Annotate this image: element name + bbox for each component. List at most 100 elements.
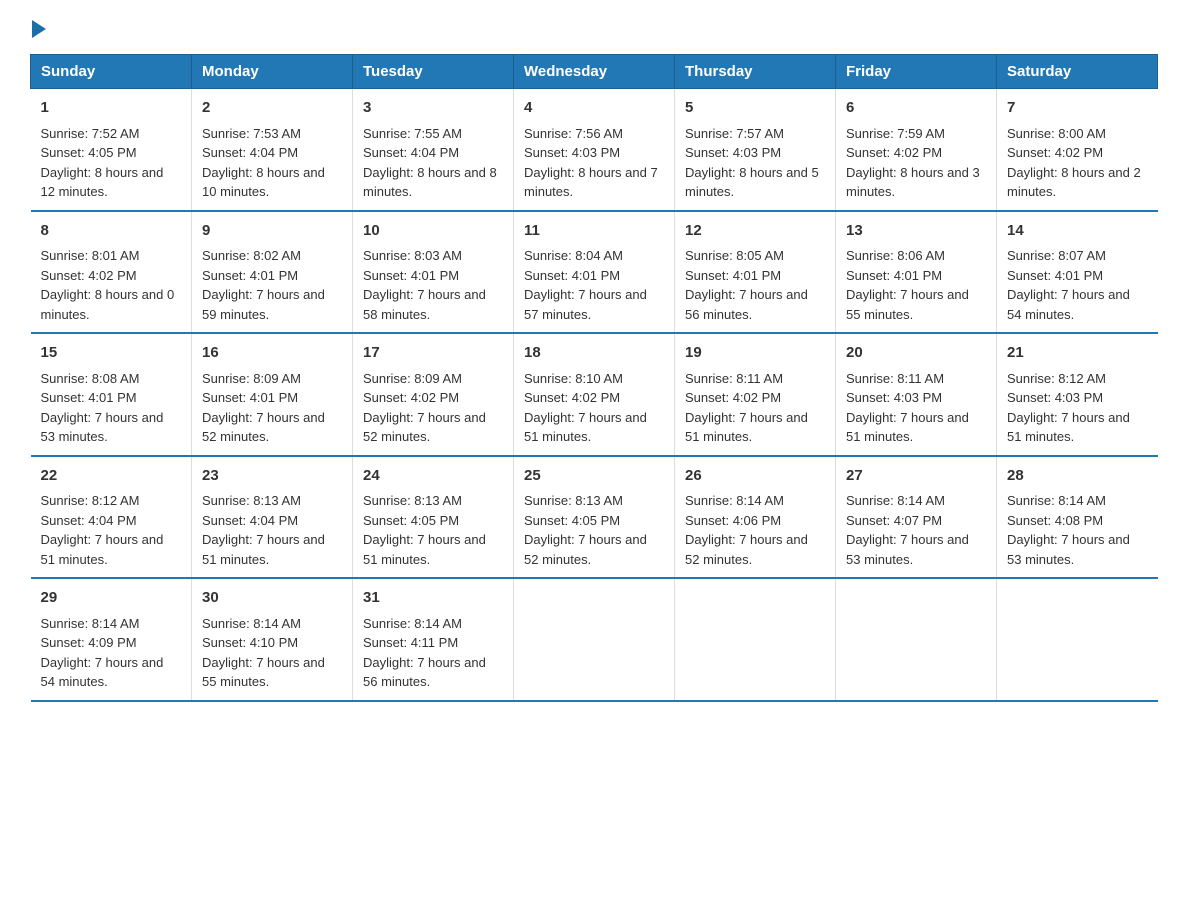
day-cell: 6 Sunrise: 7:59 AMSunset: 4:02 PMDayligh…	[836, 89, 997, 211]
header	[30, 20, 1158, 38]
week-row-5: 29 Sunrise: 8:14 AMSunset: 4:09 PMDaylig…	[31, 578, 1158, 701]
header-cell-friday: Friday	[836, 55, 997, 89]
header-cell-wednesday: Wednesday	[514, 55, 675, 89]
logo-arrow-icon	[32, 20, 46, 38]
day-info: Sunrise: 7:55 AMSunset: 4:04 PMDaylight:…	[363, 126, 497, 200]
day-cell: 24 Sunrise: 8:13 AMSunset: 4:05 PMDaylig…	[353, 456, 514, 579]
day-number: 5	[685, 97, 825, 120]
day-info: Sunrise: 8:13 AMSunset: 4:05 PMDaylight:…	[363, 493, 486, 567]
day-info: Sunrise: 8:02 AMSunset: 4:01 PMDaylight:…	[202, 248, 325, 322]
day-info: Sunrise: 8:14 AMSunset: 4:09 PMDaylight:…	[41, 616, 164, 690]
day-number: 19	[685, 342, 825, 365]
header-row: SundayMondayTuesdayWednesdayThursdayFrid…	[31, 55, 1158, 89]
day-cell: 21 Sunrise: 8:12 AMSunset: 4:03 PMDaylig…	[997, 333, 1158, 456]
day-cell: 8 Sunrise: 8:01 AMSunset: 4:02 PMDayligh…	[31, 211, 192, 334]
day-info: Sunrise: 8:08 AMSunset: 4:01 PMDaylight:…	[41, 371, 164, 445]
day-cell: 2 Sunrise: 7:53 AMSunset: 4:04 PMDayligh…	[192, 89, 353, 211]
day-number: 22	[41, 465, 182, 488]
day-cell: 4 Sunrise: 7:56 AMSunset: 4:03 PMDayligh…	[514, 89, 675, 211]
day-info: Sunrise: 7:53 AMSunset: 4:04 PMDaylight:…	[202, 126, 325, 200]
day-cell: 30 Sunrise: 8:14 AMSunset: 4:10 PMDaylig…	[192, 578, 353, 701]
day-number: 25	[524, 465, 664, 488]
week-row-4: 22 Sunrise: 8:12 AMSunset: 4:04 PMDaylig…	[31, 456, 1158, 579]
day-info: Sunrise: 7:57 AMSunset: 4:03 PMDaylight:…	[685, 126, 819, 200]
day-number: 27	[846, 465, 986, 488]
day-number: 7	[1007, 97, 1148, 120]
calendar-body: 1 Sunrise: 7:52 AMSunset: 4:05 PMDayligh…	[31, 89, 1158, 701]
day-cell: 15 Sunrise: 8:08 AMSunset: 4:01 PMDaylig…	[31, 333, 192, 456]
day-number: 31	[363, 587, 503, 610]
day-info: Sunrise: 8:14 AMSunset: 4:08 PMDaylight:…	[1007, 493, 1130, 567]
day-number: 13	[846, 220, 986, 243]
day-cell: 19 Sunrise: 8:11 AMSunset: 4:02 PMDaylig…	[675, 333, 836, 456]
day-number: 29	[41, 587, 182, 610]
header-cell-sunday: Sunday	[31, 55, 192, 89]
day-cell: 11 Sunrise: 8:04 AMSunset: 4:01 PMDaylig…	[514, 211, 675, 334]
day-number: 4	[524, 97, 664, 120]
header-cell-tuesday: Tuesday	[353, 55, 514, 89]
day-cell: 10 Sunrise: 8:03 AMSunset: 4:01 PMDaylig…	[353, 211, 514, 334]
day-info: Sunrise: 8:14 AMSunset: 4:07 PMDaylight:…	[846, 493, 969, 567]
header-cell-monday: Monday	[192, 55, 353, 89]
day-cell: 1 Sunrise: 7:52 AMSunset: 4:05 PMDayligh…	[31, 89, 192, 211]
day-cell: 20 Sunrise: 8:11 AMSunset: 4:03 PMDaylig…	[836, 333, 997, 456]
day-number: 1	[41, 97, 182, 120]
day-cell: 29 Sunrise: 8:14 AMSunset: 4:09 PMDaylig…	[31, 578, 192, 701]
day-number: 12	[685, 220, 825, 243]
day-info: Sunrise: 8:09 AMSunset: 4:01 PMDaylight:…	[202, 371, 325, 445]
day-cell: 18 Sunrise: 8:10 AMSunset: 4:02 PMDaylig…	[514, 333, 675, 456]
day-cell: 14 Sunrise: 8:07 AMSunset: 4:01 PMDaylig…	[997, 211, 1158, 334]
day-number: 11	[524, 220, 664, 243]
day-cell: 16 Sunrise: 8:09 AMSunset: 4:01 PMDaylig…	[192, 333, 353, 456]
day-info: Sunrise: 7:59 AMSunset: 4:02 PMDaylight:…	[846, 126, 980, 200]
day-cell: 28 Sunrise: 8:14 AMSunset: 4:08 PMDaylig…	[997, 456, 1158, 579]
week-row-2: 8 Sunrise: 8:01 AMSunset: 4:02 PMDayligh…	[31, 211, 1158, 334]
day-info: Sunrise: 8:04 AMSunset: 4:01 PMDaylight:…	[524, 248, 647, 322]
day-info: Sunrise: 8:01 AMSunset: 4:02 PMDaylight:…	[41, 248, 175, 322]
day-info: Sunrise: 8:14 AMSunset: 4:11 PMDaylight:…	[363, 616, 486, 690]
week-row-1: 1 Sunrise: 7:52 AMSunset: 4:05 PMDayligh…	[31, 89, 1158, 211]
day-cell: 12 Sunrise: 8:05 AMSunset: 4:01 PMDaylig…	[675, 211, 836, 334]
day-cell	[514, 578, 675, 701]
day-cell: 3 Sunrise: 7:55 AMSunset: 4:04 PMDayligh…	[353, 89, 514, 211]
day-info: Sunrise: 8:14 AMSunset: 4:10 PMDaylight:…	[202, 616, 325, 690]
day-number: 2	[202, 97, 342, 120]
day-number: 20	[846, 342, 986, 365]
day-number: 6	[846, 97, 986, 120]
day-cell: 31 Sunrise: 8:14 AMSunset: 4:11 PMDaylig…	[353, 578, 514, 701]
day-number: 26	[685, 465, 825, 488]
day-info: Sunrise: 8:13 AMSunset: 4:04 PMDaylight:…	[202, 493, 325, 567]
day-cell: 7 Sunrise: 8:00 AMSunset: 4:02 PMDayligh…	[997, 89, 1158, 211]
day-info: Sunrise: 8:13 AMSunset: 4:05 PMDaylight:…	[524, 493, 647, 567]
day-number: 21	[1007, 342, 1148, 365]
day-number: 9	[202, 220, 342, 243]
day-cell: 23 Sunrise: 8:13 AMSunset: 4:04 PMDaylig…	[192, 456, 353, 579]
day-number: 18	[524, 342, 664, 365]
day-info: Sunrise: 8:11 AMSunset: 4:03 PMDaylight:…	[846, 371, 969, 445]
day-cell	[836, 578, 997, 701]
header-cell-thursday: Thursday	[675, 55, 836, 89]
day-cell	[675, 578, 836, 701]
day-info: Sunrise: 8:09 AMSunset: 4:02 PMDaylight:…	[363, 371, 486, 445]
day-info: Sunrise: 8:10 AMSunset: 4:02 PMDaylight:…	[524, 371, 647, 445]
day-cell: 25 Sunrise: 8:13 AMSunset: 4:05 PMDaylig…	[514, 456, 675, 579]
header-cell-saturday: Saturday	[997, 55, 1158, 89]
day-info: Sunrise: 8:12 AMSunset: 4:03 PMDaylight:…	[1007, 371, 1130, 445]
day-number: 17	[363, 342, 503, 365]
logo	[30, 20, 48, 38]
calendar-header: SundayMondayTuesdayWednesdayThursdayFrid…	[31, 55, 1158, 89]
day-number: 28	[1007, 465, 1148, 488]
day-info: Sunrise: 8:14 AMSunset: 4:06 PMDaylight:…	[685, 493, 808, 567]
day-number: 3	[363, 97, 503, 120]
day-number: 15	[41, 342, 182, 365]
day-number: 14	[1007, 220, 1148, 243]
day-cell: 5 Sunrise: 7:57 AMSunset: 4:03 PMDayligh…	[675, 89, 836, 211]
day-cell: 27 Sunrise: 8:14 AMSunset: 4:07 PMDaylig…	[836, 456, 997, 579]
day-cell: 9 Sunrise: 8:02 AMSunset: 4:01 PMDayligh…	[192, 211, 353, 334]
day-info: Sunrise: 8:07 AMSunset: 4:01 PMDaylight:…	[1007, 248, 1130, 322]
day-number: 30	[202, 587, 342, 610]
day-cell	[997, 578, 1158, 701]
day-cell: 22 Sunrise: 8:12 AMSunset: 4:04 PMDaylig…	[31, 456, 192, 579]
day-number: 16	[202, 342, 342, 365]
calendar-table: SundayMondayTuesdayWednesdayThursdayFrid…	[30, 54, 1158, 702]
